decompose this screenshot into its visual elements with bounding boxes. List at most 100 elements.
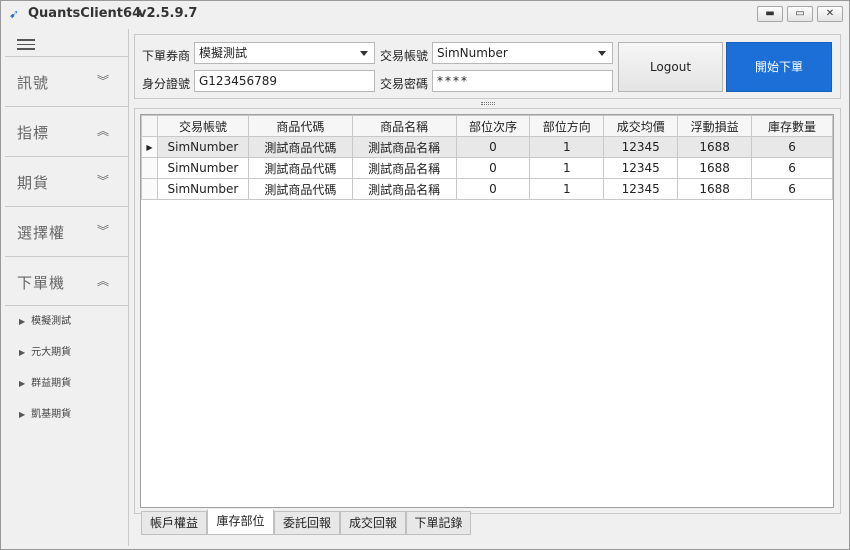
table-header-row: 交易帳號 商品代碼 商品名稱 部位次序 部位方向 成交均價 浮動損益 庫存數量 [141,115,833,137]
id-number-field[interactable]: G123456789 [194,70,375,92]
order-form: 下單券商 模擬測試 交易帳號 SimNumber 身分證號 G123456789… [134,34,841,99]
close-icon: ✕ [825,8,835,19]
app-version: v2.5.9.7 [138,6,198,21]
caret-right-icon: ▶ [19,348,26,357]
positions-grid[interactable]: 交易帳號 商品代碼 商品名稱 部位次序 部位方向 成交均價 浮動損益 庫存數量 … [140,114,834,508]
sidebar-item-capital[interactable]: ▶ 群益期貨 [19,374,71,389]
app-title: QuantsClient64 [28,6,142,21]
table-cell[interactable]: 6 [751,136,833,158]
hamburger-menu-icon[interactable] [17,39,35,51]
table-cell[interactable]: SimNumber [156,157,249,179]
account-select[interactable]: SimNumber [432,42,613,64]
table-cell[interactable]: 12345 [603,178,679,200]
chevron-down-icon [360,51,368,56]
column-header[interactable]: 庫存數量 [751,115,833,137]
account-label: 交易帳號 [380,49,429,63]
table-cell[interactable]: 測試商品代碼 [247,178,353,200]
column-header[interactable]: 商品名稱 [351,115,457,137]
sidebar-item-kgi[interactable]: ▶ 凱基期貨 [19,405,71,420]
table-cell[interactable]: 測試商品名稱 [351,157,457,179]
sidebar-section-futures[interactable]: 期貨 ︾ [5,156,129,206]
app-window: ➹ QuantsClient64 v2.5.9.7 ▬ ▭ ✕ 訊號 ︾ 指標 … [0,0,850,550]
sidebar-section-indicator[interactable]: 指標 ︽ [5,106,129,156]
table-cell[interactable]: 1 [529,157,605,179]
positions-table: 交易帳號 商品代碼 商品名稱 部位次序 部位方向 成交均價 浮動損益 庫存數量 … [141,115,833,200]
broker-select-value: 模擬測試 [199,46,248,60]
table-cell[interactable]: 6 [751,157,833,179]
table-cell[interactable]: 1688 [677,178,753,200]
sidebar-item-label: 元大期貨 [31,347,72,358]
column-header[interactable]: 成交均價 [603,115,679,137]
sidebar-section-label: 下單機 [17,274,66,292]
tab-account-equity[interactable]: 帳戶權益 [141,511,207,535]
table-row[interactable]: SimNumber 測試商品代碼 測試商品名稱 0 1 12345 1688 6 [141,157,833,179]
table-cell[interactable]: 12345 [603,157,679,179]
row-header[interactable] [141,157,158,179]
close-button[interactable]: ✕ [817,6,843,22]
table-cell[interactable]: 6 [751,178,833,200]
tab-fill-reports[interactable]: 成交回報 [340,511,406,535]
column-header[interactable]: 浮動損益 [677,115,753,137]
title-bar[interactable]: ➹ QuantsClient64 v2.5.9.7 ▬ ▭ ✕ [1,1,849,28]
table-cell[interactable]: 測試商品代碼 [247,136,353,158]
tab-order-log[interactable]: 下單記錄 [406,511,471,535]
tab-order-reports[interactable]: 委託回報 [274,511,340,535]
password-label: 交易密碼 [380,77,429,91]
sidebar-section-options[interactable]: 選擇權 ︾ [5,206,129,256]
minimize-icon: ▬ [765,8,775,19]
table-cell[interactable]: 1 [529,136,605,158]
sidebar-section-label: 指標 [17,124,50,142]
caret-right-icon: ▶ [19,317,26,326]
chevron-down-icon [598,51,606,56]
table-cell[interactable]: 1688 [677,136,753,158]
sidebar-item-yuanta[interactable]: ▶ 元大期貨 [19,343,71,358]
column-header[interactable]: 商品代碼 [247,115,353,137]
id-label: 身分證號 [142,77,191,91]
column-header[interactable]: 部位方向 [529,115,605,137]
table-cell[interactable]: 0 [455,178,531,200]
table-cell[interactable]: SimNumber [156,178,249,200]
chevron-up-icon: ︽ [97,124,110,138]
sidebar-section-label: 訊號 [17,74,50,92]
sidebar-item-sim-test[interactable]: ▶ 模擬測試 [19,312,71,327]
positions-panel: 交易帳號 商品代碼 商品名稱 部位次序 部位方向 成交均價 浮動損益 庫存數量 … [134,108,841,514]
table-cell[interactable]: 測試商品名稱 [351,178,457,200]
table-cell[interactable]: SimNumber [156,136,249,158]
row-selector-icon[interactable]: ▶ [141,136,158,158]
maximize-button[interactable]: ▭ [787,6,813,22]
chevron-down-icon: ︾ [97,224,110,238]
sidebar-item-label: 模擬測試 [31,316,72,327]
splitter-grip[interactable] [481,102,495,105]
row-header[interactable] [141,178,158,200]
table-cell[interactable]: 1 [529,178,605,200]
maximize-icon: ▭ [795,8,805,19]
app-logo-icon: ➹ [9,7,20,21]
tab-positions[interactable]: 庫存部位 [207,509,274,535]
row-header-corner [141,115,158,137]
table-cell[interactable]: 12345 [603,136,679,158]
table-cell[interactable]: 0 [455,157,531,179]
account-select-value: SimNumber [437,46,508,60]
table-cell[interactable]: 0 [455,136,531,158]
broker-select[interactable]: 模擬測試 [194,42,375,64]
column-header[interactable]: 部位次序 [455,115,531,137]
broker-label: 下單券商 [142,49,191,63]
sidebar: 訊號 ︾ 指標 ︽ 期貨 ︾ 選擇權 ︾ 下單機 ︽ ▶ 模擬測試 ▶ 元大期貨 ▶… [5,29,129,546]
table-row[interactable]: ▶ SimNumber 測試商品代碼 測試商品名稱 0 1 12345 1688… [141,136,833,158]
column-header[interactable]: 交易帳號 [156,115,249,137]
chevron-up-icon: ︽ [97,274,110,288]
chevron-down-icon: ︾ [97,74,110,88]
sidebar-section-label: 期貨 [17,174,50,192]
table-cell[interactable]: 1688 [677,157,753,179]
table-row[interactable]: SimNumber 測試商品代碼 測試商品名稱 0 1 12345 1688 6 [141,178,833,200]
table-cell[interactable]: 測試商品代碼 [247,157,353,179]
start-order-button[interactable]: 開始下單 [726,42,832,92]
sidebar-section-label: 選擇權 [17,224,66,242]
chevron-down-icon: ︾ [97,174,110,188]
sidebar-section-signal[interactable]: 訊號 ︾ [5,56,129,106]
minimize-button[interactable]: ▬ [757,6,783,22]
sidebar-section-order-machine[interactable]: 下單機 ︽ [5,256,129,306]
table-cell[interactable]: 測試商品名稱 [351,136,457,158]
password-field[interactable]: **** [432,70,613,92]
logout-button[interactable]: Logout [618,42,723,92]
